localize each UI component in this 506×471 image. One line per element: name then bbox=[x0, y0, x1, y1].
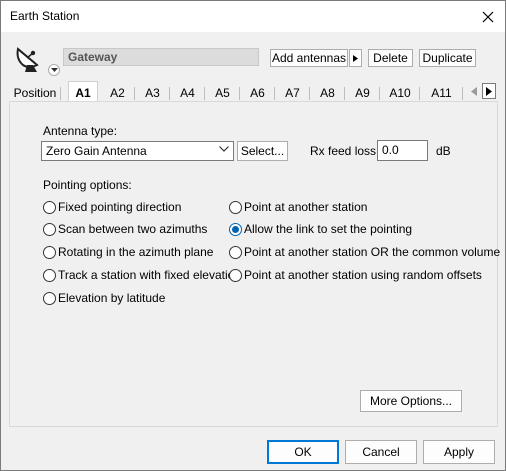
tab-a1[interactable]: A1 bbox=[68, 81, 98, 103]
tab-scroll-right-button[interactable] bbox=[482, 83, 496, 99]
radio-button[interactable] bbox=[229, 268, 242, 282]
radio-button[interactable] bbox=[43, 222, 56, 236]
radio-track-fixed-elevation[interactable]: Track a station with fixed elevation bbox=[43, 268, 241, 282]
tab-a3[interactable]: A3 bbox=[135, 83, 170, 103]
radio-point-another-station[interactable]: Point at another station bbox=[229, 200, 367, 214]
radio-label: Fixed pointing direction bbox=[58, 200, 182, 214]
radio-rotating-azimuth[interactable]: Rotating in the azimuth plane bbox=[43, 245, 213, 259]
radio-label: Point at another station OR the common v… bbox=[244, 245, 501, 259]
chevron-right-icon bbox=[486, 86, 492, 96]
radio-label: Elevation by latitude bbox=[58, 291, 166, 305]
rx-feed-loss-unit: dB bbox=[436, 144, 451, 158]
tab-a5[interactable]: A5 bbox=[205, 83, 240, 103]
antenna-type-select[interactable]: Zero Gain Antenna bbox=[41, 141, 234, 161]
tab-a8[interactable]: A8 bbox=[310, 83, 345, 103]
duplicate-button[interactable]: Duplicate bbox=[419, 49, 476, 67]
radio-elevation-latitude[interactable]: Elevation by latitude bbox=[43, 291, 165, 305]
tab-a10[interactable]: A10 bbox=[380, 83, 420, 103]
radio-button[interactable] bbox=[43, 268, 56, 282]
antenna-type-value: Zero Gain Antenna bbox=[46, 144, 147, 158]
close-button[interactable] bbox=[471, 1, 505, 32]
add-antennas-button[interactable]: Add antennas bbox=[270, 49, 348, 67]
chevron-down-icon bbox=[219, 146, 229, 152]
delete-button[interactable]: Delete bbox=[368, 49, 413, 67]
radio-button[interactable] bbox=[229, 245, 242, 259]
radio-point-random-offsets[interactable]: Point at another station using random of… bbox=[229, 268, 482, 282]
earth-station-dialog: Earth Station Gateway Add antennas Delet… bbox=[0, 0, 506, 471]
antenna-type-label: Antenna type: bbox=[43, 124, 118, 138]
station-type-dropdown[interactable] bbox=[48, 64, 60, 76]
station-name-field[interactable]: Gateway bbox=[63, 48, 259, 66]
tab-position[interactable]: Position bbox=[9, 83, 61, 103]
chevron-right-icon bbox=[353, 55, 358, 62]
radio-button[interactable] bbox=[43, 200, 56, 214]
tab-a7[interactable]: A7 bbox=[275, 83, 310, 103]
close-icon bbox=[482, 11, 494, 22]
radio-button[interactable] bbox=[229, 200, 242, 214]
apply-button[interactable]: Apply bbox=[423, 440, 495, 464]
tab-a9[interactable]: A9 bbox=[345, 83, 380, 103]
tab-a4[interactable]: A4 bbox=[170, 83, 205, 103]
radio-label: Rotating in the azimuth plane bbox=[58, 245, 214, 259]
chevron-down-icon bbox=[50, 67, 58, 72]
rx-feed-loss-input[interactable]: 0.0 bbox=[377, 140, 428, 161]
more-options-button[interactable]: More Options... bbox=[360, 390, 462, 412]
radio-fixed-pointing[interactable]: Fixed pointing direction bbox=[43, 200, 181, 214]
radio-button-selected[interactable] bbox=[229, 222, 242, 236]
chevron-left-icon bbox=[471, 86, 477, 96]
cancel-button[interactable]: Cancel bbox=[345, 440, 417, 464]
radio-label: Track a station with fixed elevation bbox=[58, 268, 241, 282]
tab-a6[interactable]: A6 bbox=[240, 83, 275, 103]
tab-scroll-left-button[interactable] bbox=[467, 83, 481, 99]
ok-button[interactable]: OK bbox=[267, 440, 339, 464]
radio-label: Allow the link to set the pointing bbox=[244, 222, 413, 236]
radio-label: Point at another station using random of… bbox=[244, 268, 482, 282]
radio-allow-link-pointing[interactable]: Allow the link to set the pointing bbox=[229, 222, 412, 236]
radio-button[interactable] bbox=[43, 245, 56, 259]
pointing-options-label: Pointing options: bbox=[43, 178, 132, 192]
tab-a2[interactable]: A2 bbox=[100, 83, 135, 103]
select-antenna-button[interactable]: Select... bbox=[237, 141, 288, 161]
radio-scan-azimuths[interactable]: Scan between two azimuths bbox=[43, 222, 207, 236]
radio-point-station-or-volume[interactable]: Point at another station OR the common v… bbox=[229, 245, 500, 259]
title-bar: Earth Station bbox=[1, 1, 505, 32]
radio-label: Scan between two azimuths bbox=[58, 222, 208, 236]
rx-feed-loss-label: Rx feed loss: bbox=[310, 144, 380, 158]
add-antennas-menu-button[interactable] bbox=[349, 49, 362, 67]
satellite-dish-icon[interactable] bbox=[13, 41, 47, 75]
radio-button[interactable] bbox=[43, 291, 56, 305]
window-title: Earth Station bbox=[10, 9, 80, 23]
radio-label: Point at another station bbox=[244, 200, 368, 214]
tab-a11[interactable]: A11 bbox=[420, 83, 463, 103]
